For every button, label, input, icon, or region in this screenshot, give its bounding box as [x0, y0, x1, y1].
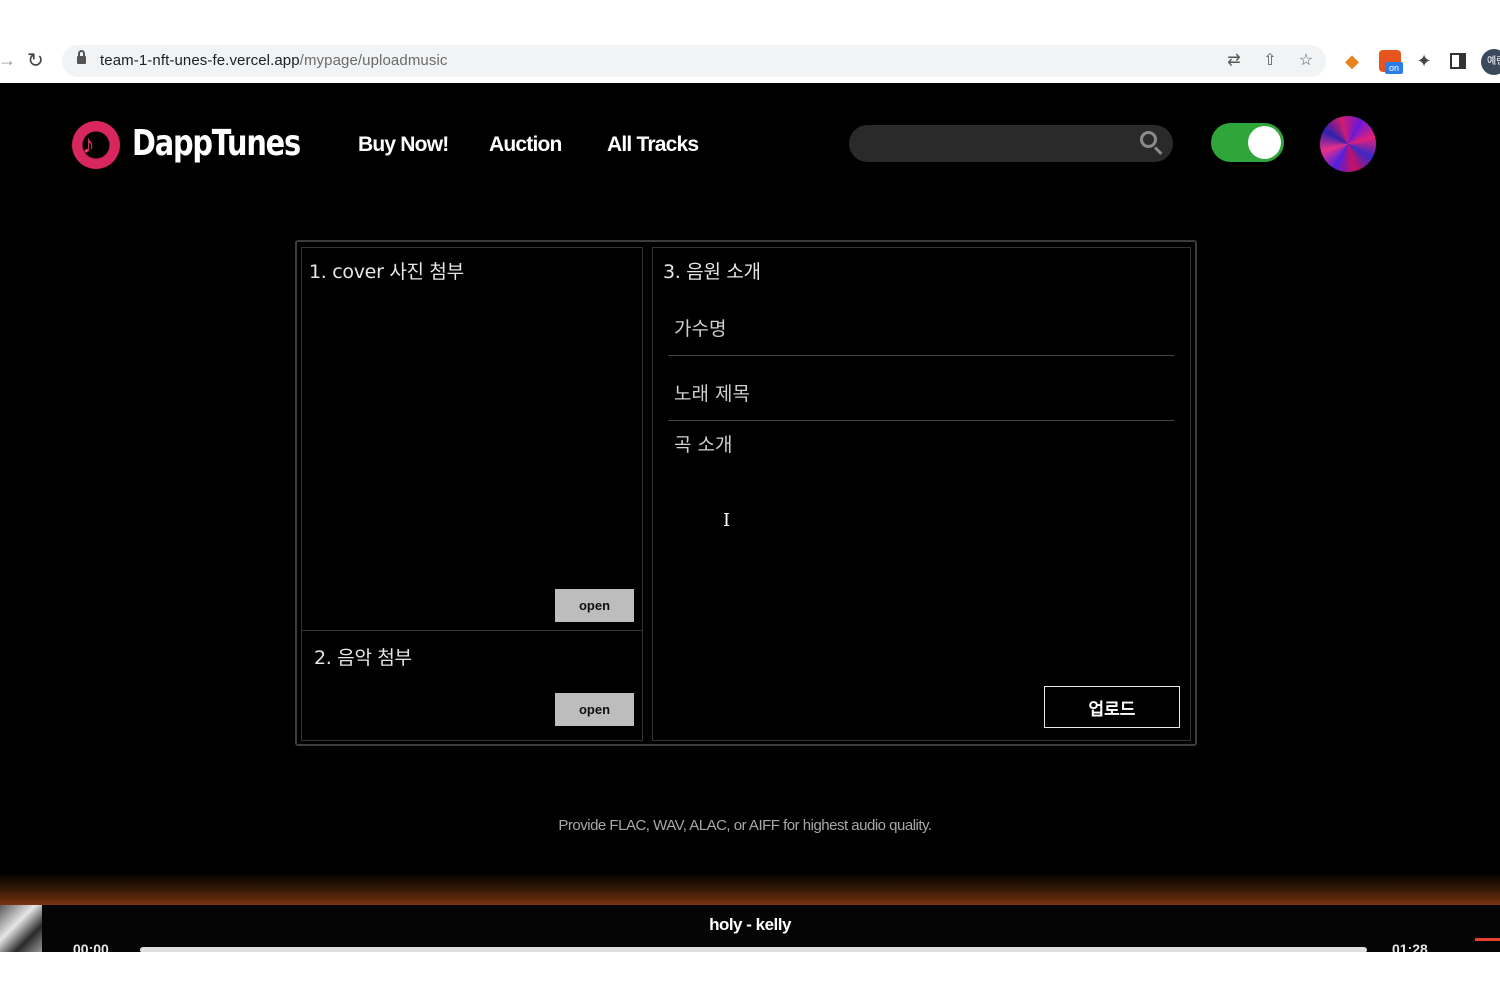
music-section-title: 2. 음악 첨부 — [314, 647, 412, 669]
side-panel-icon[interactable] — [1450, 53, 1466, 69]
intro-panel: 3. 음원 소개 업로드 — [652, 247, 1191, 741]
theme-toggle[interactable] — [1211, 123, 1284, 162]
music-note-icon: ♪ — [82, 129, 95, 159]
upload-button[interactable]: 업로드 — [1044, 686, 1180, 728]
extension-badge: on — [1385, 62, 1403, 74]
player-glow — [0, 873, 1500, 905]
nav-buy-now[interactable]: Buy Now! — [358, 133, 449, 157]
nav-auction[interactable]: Auction — [489, 133, 562, 157]
user-avatar[interactable] — [1320, 116, 1376, 172]
url-text[interactable]: team-1-nft-unes-fe.vercel.app/mypage/upl… — [100, 52, 448, 69]
cover-section-title: 1. cover 사진 첨부 — [309, 261, 464, 283]
browser-toolbar: → ↻ team-1-nft-unes-fe.vercel.app/mypage… — [0, 0, 1500, 83]
duration: 01:28 — [1392, 941, 1428, 952]
text-cursor-icon: I — [723, 510, 731, 531]
brand-name[interactable]: DappTunes — [132, 123, 301, 164]
page-bottom — [0, 952, 1500, 1000]
metamask-extension-icon[interactable]: ◆ — [1341, 50, 1363, 72]
translate-icon[interactable]: ⇄ — [1224, 50, 1244, 70]
forward-icon[interactable]: → — [0, 50, 16, 71]
audio-quality-hint: Provide FLAC, WAV, ALAC, or AIFF for hig… — [558, 817, 932, 834]
reload-icon[interactable]: ↻ — [27, 49, 44, 73]
search-input[interactable] — [849, 125, 1173, 162]
cover-open-button[interactable]: open — [555, 589, 634, 622]
nav-all-tracks[interactable]: All Tracks — [607, 133, 699, 157]
logo-icon[interactable] — [72, 121, 120, 169]
attachments-panel: 1. cover 사진 첨부 open 2. 음악 첨부 open — [301, 247, 643, 741]
music-open-button[interactable]: open — [555, 693, 634, 726]
song-title-field[interactable] — [668, 367, 1174, 421]
artist-name-field[interactable] — [668, 302, 1174, 356]
address-bar[interactable]: team-1-nft-unes-fe.vercel.app/mypage/upl… — [62, 45, 1326, 77]
intro-section-title: 3. 음원 소개 — [663, 261, 761, 283]
lock-icon — [77, 50, 86, 65]
music-player: holy - kelly 00:00 01:28 — [0, 905, 1500, 952]
app-page: ♪ DappTunes Buy Now! Auction All Tracks … — [0, 83, 1500, 952]
bookmark-star-icon[interactable]: ☆ — [1296, 50, 1316, 70]
search-icon[interactable] — [1140, 131, 1164, 155]
browser-profile-avatar[interactable]: 예린 — [1481, 49, 1500, 75]
cover-dropzone[interactable]: 1. cover 사진 첨부 open — [302, 248, 642, 631]
volume-indicator[interactable] — [1475, 938, 1500, 941]
upload-form: 1. cover 사진 첨부 open 2. 음악 첨부 open 3. 음원 … — [295, 240, 1197, 746]
now-playing-title: holy - kelly — [709, 915, 791, 934]
share-icon[interactable]: ⇧ — [1260, 50, 1280, 70]
toggle-knob — [1248, 126, 1281, 159]
extension-icon[interactable]: on — [1379, 50, 1403, 74]
song-description-field[interactable] — [668, 428, 1174, 668]
current-time: 00:00 — [73, 941, 109, 952]
extensions-puzzle-icon[interactable]: ✦ — [1413, 50, 1435, 72]
